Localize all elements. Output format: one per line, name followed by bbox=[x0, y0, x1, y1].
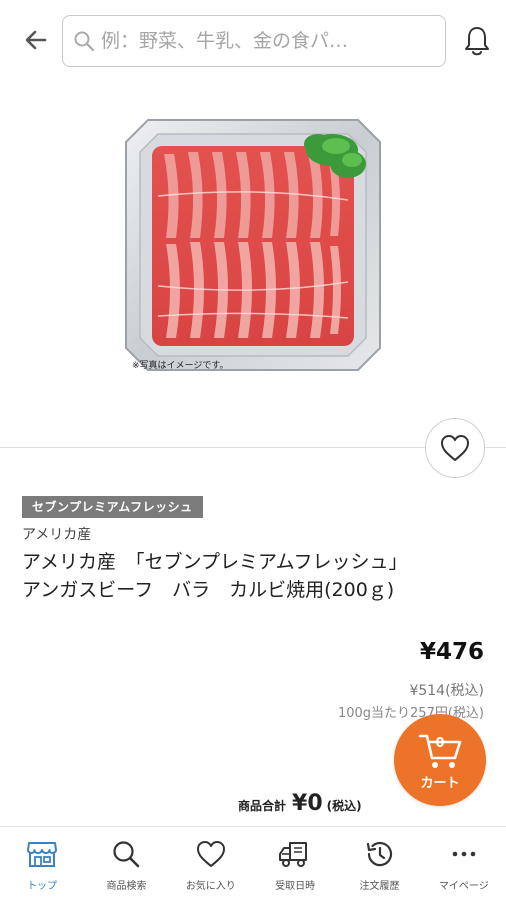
truck-icon bbox=[279, 842, 308, 867]
cart-button[interactable]: 0 カート bbox=[394, 714, 486, 806]
heart-icon bbox=[441, 435, 469, 461]
back-arrow-icon bbox=[25, 30, 47, 50]
nav-item-order-history[interactable]: 注文履歴 bbox=[337, 827, 421, 900]
back-button[interactable] bbox=[18, 22, 54, 58]
cart-total: 商品合計 ¥0 (税込) bbox=[238, 791, 362, 816]
search-icon bbox=[113, 841, 140, 868]
product-title: アメリカ産 「セブンプレミアムフレッシュ」 アンガスビーフ バラ カルビ焼用(2… bbox=[22, 548, 482, 604]
product-price-tax-included: ¥514(税込) bbox=[409, 683, 484, 699]
nav-item-top[interactable]: トップ bbox=[0, 827, 84, 900]
brand-badge: セブンプレミアムフレッシュ bbox=[22, 496, 203, 518]
bottom-nav: トップ 商品検索 お気に入り 受取日時 注文履歴 マイページ bbox=[0, 826, 506, 900]
product-origin: アメリカ産 bbox=[22, 527, 92, 543]
favorite-button[interactable] bbox=[425, 418, 485, 478]
more-icon bbox=[452, 851, 476, 857]
search-box[interactable] bbox=[62, 15, 446, 67]
nav-label: トップ bbox=[27, 881, 58, 892]
store-icon bbox=[27, 842, 58, 867]
nav-item-delivery-time[interactable]: 受取日時 bbox=[253, 827, 337, 900]
bell-icon bbox=[465, 27, 489, 56]
nav-label: マイページ bbox=[438, 881, 489, 892]
cart-label: カート bbox=[420, 775, 460, 791]
nav-item-my-page[interactable]: マイページ bbox=[422, 827, 506, 900]
product-price: ¥476 bbox=[419, 639, 484, 665]
product-title-line-1: アメリカ産 「セブンプレミアムフレッシュ」 bbox=[22, 551, 408, 573]
cart-count: 0 bbox=[435, 736, 445, 751]
cart-total-label: 商品合計 bbox=[238, 799, 287, 813]
heart-icon bbox=[196, 841, 225, 867]
image-caption: ※写真はイメージです。 bbox=[132, 359, 228, 371]
search-icon bbox=[74, 31, 95, 52]
nav-label: 注文履歴 bbox=[359, 881, 400, 892]
app-header bbox=[0, 0, 506, 84]
cart-total-tax-note: (税込) bbox=[326, 799, 362, 813]
nav-item-favorites[interactable]: お気に入り bbox=[169, 827, 253, 900]
search-input[interactable] bbox=[101, 30, 421, 52]
cart-total-value: ¥0 bbox=[292, 791, 323, 816]
notification-button[interactable] bbox=[456, 20, 498, 62]
history-icon bbox=[367, 841, 393, 867]
nav-label: お気に入り bbox=[185, 881, 236, 892]
product-unit-price: 100g当たり257円(税込) bbox=[337, 706, 484, 721]
nav-item-search[interactable]: 商品検索 bbox=[84, 827, 168, 900]
nav-label: 受取日時 bbox=[275, 881, 316, 892]
product-image: ※写真はイメージです。 bbox=[122, 116, 384, 374]
nav-label: 商品検索 bbox=[106, 881, 147, 892]
product-title-line-2: アンガスビーフ バラ カルビ焼用(200ｇ) bbox=[22, 579, 395, 601]
